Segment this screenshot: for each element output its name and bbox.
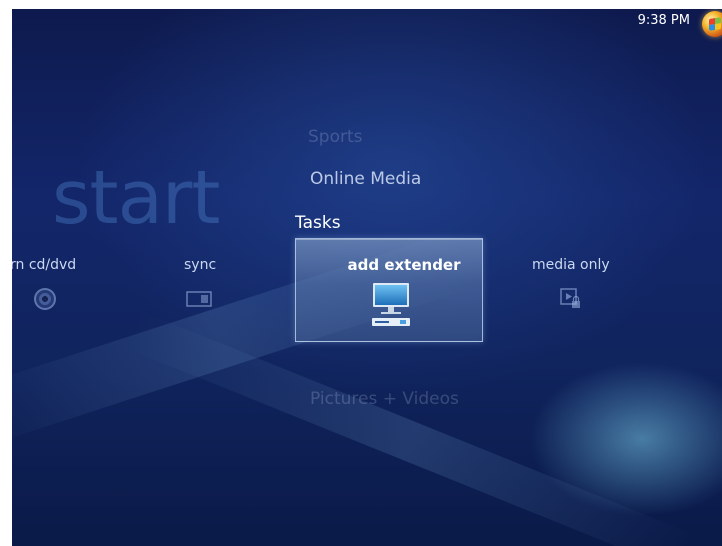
sync-icon xyxy=(186,291,212,307)
task-item-burn-cd-dvd[interactable]: rn cd/dvd xyxy=(12,257,76,273)
tile-label: add extender xyxy=(347,256,461,274)
disc-icon xyxy=(34,288,56,310)
task-item-media-only[interactable]: media only xyxy=(532,257,610,273)
monitor-icon xyxy=(372,283,410,326)
background-streak xyxy=(124,310,696,546)
task-item-sync[interactable]: sync xyxy=(184,257,216,273)
task-tile-add-extender[interactable]: add extender xyxy=(295,238,483,342)
windows-start-orb-icon[interactable] xyxy=(702,11,722,37)
menu-category-online-media[interactable]: Online Media xyxy=(310,169,421,189)
menu-category-sports[interactable]: Sports xyxy=(308,127,363,147)
media-center-screen: 9:38 PM start Sports Online Media Tasks … xyxy=(12,9,722,546)
menu-category-pictures-videos[interactable]: Pictures + Videos xyxy=(310,389,459,409)
start-title: start xyxy=(52,155,220,241)
clock: 9:38 PM xyxy=(637,13,690,28)
media-lock-icon xyxy=(560,288,580,308)
menu-category-tasks[interactable]: Tasks xyxy=(295,213,341,233)
windows-flag-icon xyxy=(709,17,721,31)
